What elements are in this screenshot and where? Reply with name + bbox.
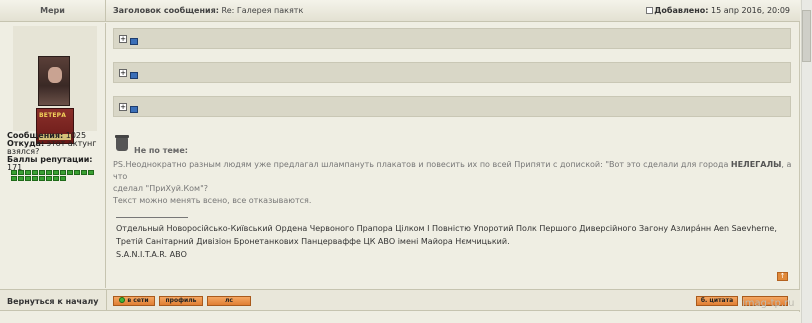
author-column-header: Мери: [0, 0, 106, 22]
reputation-pip: [18, 170, 24, 175]
signature-line-1: Отдельный Новоросійсько-Київський Ордена…: [116, 224, 777, 233]
reputation-pip: [46, 176, 52, 181]
image-icon: [130, 38, 138, 45]
signature-line-3: S.A.N.I.T.A.R. АВО: [116, 250, 187, 259]
reputation-pip: [46, 170, 52, 175]
pm-button[interactable]: лс: [207, 296, 251, 306]
reputation-pip: [18, 176, 24, 181]
reputation-pip: [32, 176, 38, 181]
post-link-icon[interactable]: [646, 7, 654, 14]
reputation-pip: [53, 170, 59, 175]
online-status-button[interactable]: в сети: [113, 296, 155, 306]
expand-quote-icon[interactable]: +: [119, 69, 127, 77]
watermark: imag-tp.ru: [742, 298, 795, 309]
body-text-3: Текст можно менять всено, все отказывают…: [113, 196, 312, 205]
online-label: в сети: [127, 297, 149, 304]
quote-bar[interactable]: +: [113, 62, 791, 83]
reputation-pip: [53, 176, 59, 181]
quote-button[interactable]: б. цитата: [696, 296, 738, 306]
body-text-bold: НЕЛЕГАЛЫ: [730, 160, 782, 169]
date-label: Добавлено:: [654, 6, 709, 15]
next-post-edge: [0, 312, 800, 323]
reputation-pip: [74, 170, 80, 175]
date-value: 15 апр 2016, 20:09: [711, 6, 790, 15]
quote-list: + + +: [113, 28, 791, 130]
back-to-top-link[interactable]: Вернуться к началу: [7, 297, 98, 306]
body-text-1: PS.Неоднократно разным людям уже предлаг…: [113, 160, 731, 169]
quote-bar[interactable]: +: [113, 96, 791, 117]
author-profile-column: ВЕТЕРА Сообщения: 1025 Откуда: этот акту…: [0, 23, 106, 288]
expand-quote-icon[interactable]: +: [119, 103, 127, 111]
trash-can-icon: [115, 135, 129, 151]
signature: Отдельный Новоросійсько-Київський Ордена…: [116, 222, 796, 261]
online-dot-icon: [119, 297, 126, 303]
post-subject: Заголовок сообщения: Re: Галерея пакятк: [113, 6, 303, 15]
avatar-banner-text: ВЕТЕРА: [39, 112, 67, 119]
quote-bar[interactable]: +: [113, 28, 791, 49]
reputation-pip: [67, 170, 73, 175]
post-footer: Вернуться к началу в сети профиль лс б. …: [0, 289, 800, 311]
offtopic-label: Не по теме:: [134, 146, 188, 155]
post-body: PS.Неоднократно разным людям уже предлаг…: [113, 159, 793, 207]
reputation-pip: [39, 176, 45, 181]
signature-line-2: Третій Санітарний Дивізіон Бронетанкових…: [116, 237, 510, 246]
subject-label: Заголовок сообщения:: [113, 6, 219, 15]
expand-quote-icon[interactable]: +: [119, 35, 127, 43]
reputation-pip: [11, 170, 17, 175]
reputation-pip: [32, 170, 38, 175]
reputation-pip: [60, 176, 66, 181]
post-date: Добавлено: 15 апр 2016, 20:09: [646, 6, 790, 15]
reputation-pip: [88, 170, 94, 175]
profile-button[interactable]: профиль: [159, 296, 203, 306]
reputation-pip: [60, 170, 66, 175]
scroll-up-button[interactable]: ↑: [777, 272, 788, 281]
user-info: Сообщения: 1025 Откуда: этот актунг взял…: [7, 132, 105, 172]
reputation-pip: [81, 170, 87, 175]
body-text-2: сделал "ПриХуй.Ком"?: [113, 184, 208, 193]
reputation-pip: [11, 176, 17, 181]
avatar-photo: [38, 56, 70, 106]
subject-text: Re: Галерея пакятк: [221, 6, 304, 15]
image-icon: [130, 106, 138, 113]
post-header: Мери Заголовок сообщения: Re: Галерея па…: [0, 0, 800, 22]
from-value: этот актунг: [46, 139, 97, 148]
signature-divider: [116, 217, 188, 218]
reputation-pip: [25, 170, 31, 175]
scrollbar-thumb[interactable]: [802, 10, 811, 62]
reputation-pip: [25, 176, 31, 181]
image-icon: [130, 72, 138, 79]
reputation-bar: [11, 170, 101, 182]
reputation-pip: [39, 170, 45, 175]
